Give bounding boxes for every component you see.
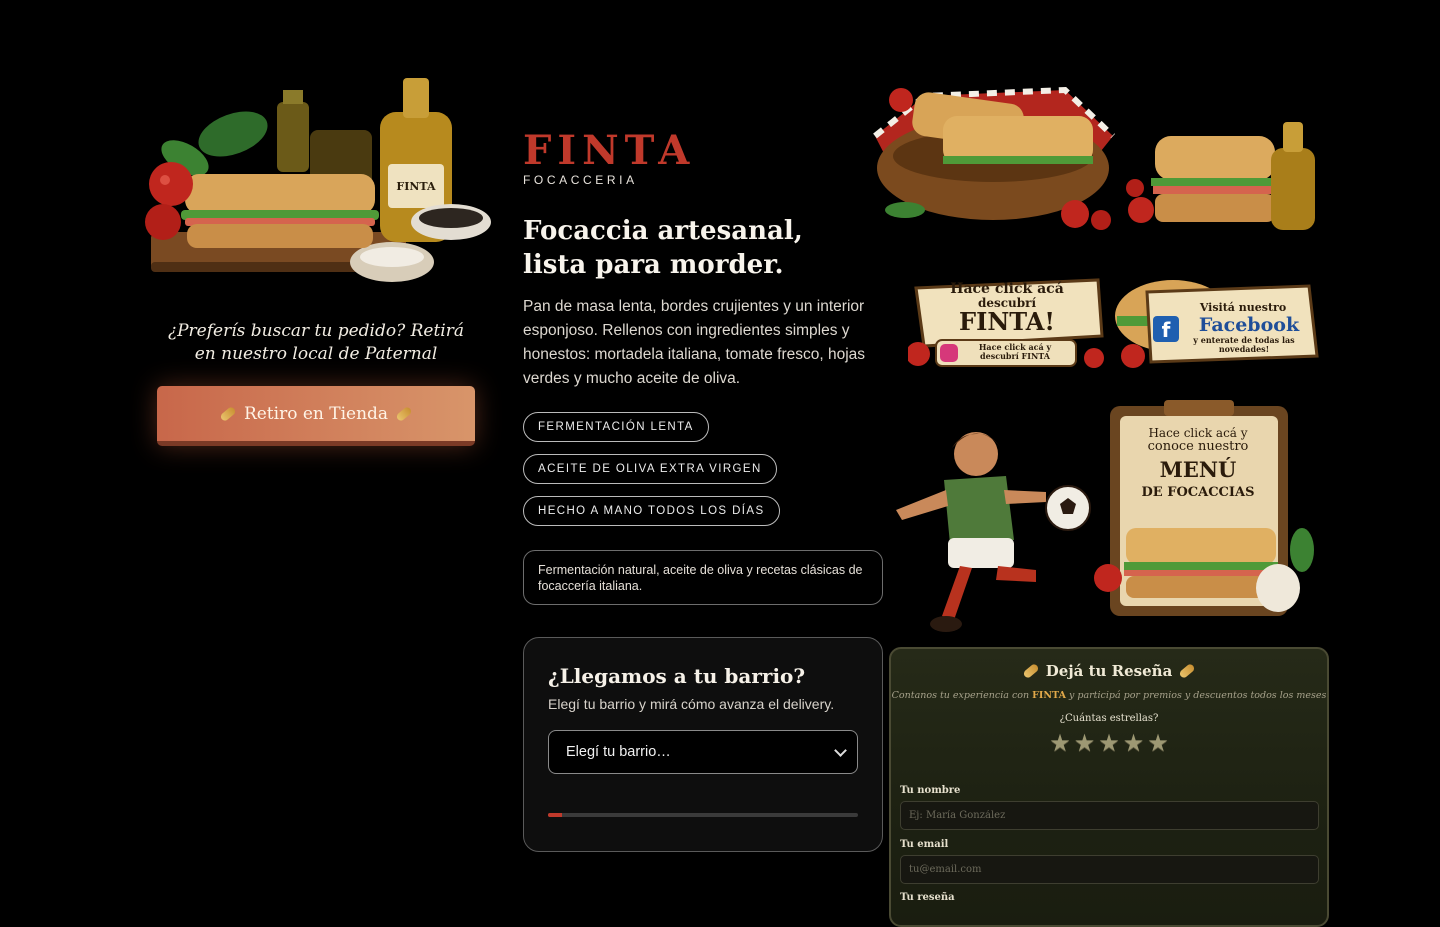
menu-board-line2: conoce nuestro: [1147, 439, 1249, 454]
brand-subtitle: FOCACCERIA: [523, 173, 638, 187]
review-form: Dejá tu Reseña Contanos tu experiencia c…: [889, 647, 1329, 927]
review-subtitle-start: Contanos tu experiencia con: [891, 690, 1033, 701]
delivery-subtitle: Elegí tu barrio y mirá cómo avanza el de…: [548, 696, 835, 712]
delivery-progress-fill: [548, 813, 562, 817]
pickup-button-label: Retiro en Tienda: [243, 403, 389, 424]
instagram-banner-line3: FINTA!: [959, 307, 1055, 336]
brand-name: FINTA: [523, 127, 696, 174]
hero-headline: Focaccia artesanal, lista para morder.: [523, 216, 803, 280]
star-icon[interactable]: ★: [1074, 731, 1096, 757]
hero-intro: Pan de masa lenta, bordes crujientes y u…: [523, 298, 866, 387]
menu-board-line3: MENÚ: [1159, 457, 1237, 482]
facebook-banner-sub: y enterate de todas las novedades!: [1193, 335, 1295, 354]
feature-tag: ACEITE DE OLIVA EXTRA VIRGEN: [523, 454, 777, 484]
instagram-banner-sub: Hace click acá y descubrí FINTA: [978, 342, 1052, 361]
review-subtitle-brand: FINTA: [1032, 690, 1066, 701]
barrio-select[interactable]: Elegí tu barrio…: [548, 730, 858, 774]
basket-illustration: [873, 86, 1116, 230]
bottle-label: FINTA: [396, 180, 436, 193]
delivery-card: ¿Llegamos a tu barrio? Elegí tu barrio y…: [523, 637, 883, 852]
facebook-banner-line2: Facebook: [1198, 314, 1300, 336]
star-icon[interactable]: ★: [1147, 731, 1169, 757]
menu-board-line4: DE FOCACCIAS: [1141, 485, 1255, 500]
chevron-down-icon: [834, 743, 847, 757]
instagram-banner[interactable]: Hace click acá descubrí FINTA! Hace clic…: [908, 274, 1106, 374]
feature-tag: FERMENTACIÓN LENTA: [523, 412, 709, 442]
review-text-label: Tu reseña: [900, 892, 955, 903]
baguette-icon: [219, 405, 237, 422]
stars-question: ¿Cuántas estrellas?: [1059, 713, 1159, 724]
review-title-row: Dejá tu Reseña: [891, 662, 1327, 680]
barrio-select-value: Elegí tu barrio…: [566, 744, 671, 760]
review-title: Dejá tu Reseña: [1045, 662, 1173, 680]
delivery-progress-bar: [548, 813, 858, 817]
pickup-button[interactable]: Retiro en Tienda: [157, 386, 475, 446]
star-icon[interactable]: ★: [1123, 731, 1145, 757]
baguette-icon: [1178, 662, 1196, 680]
name-label: Tu nombre: [900, 785, 961, 796]
star-rating: ★ ★ ★ ★ ★: [891, 731, 1327, 757]
instagram-banner-line1: Hace click acá: [950, 281, 1064, 297]
baguette-icon: [1021, 662, 1040, 680]
review-subtitle-end: y participá por premios y descuentos tod…: [1065, 690, 1327, 701]
delivery-title: ¿Llegamos a tu barrio?: [548, 664, 806, 688]
name-input[interactable]: [900, 801, 1319, 830]
brand-logo: FINTA FOCACCERIA: [523, 127, 696, 188]
svg-text:f: f: [1162, 318, 1171, 342]
star-icon[interactable]: ★: [1098, 731, 1120, 757]
email-input[interactable]: [900, 855, 1319, 884]
email-label: Tu email: [900, 839, 949, 850]
pickup-text: ¿Preferís buscar tu pedido? Retirá en nu…: [168, 321, 464, 364]
feature-tag: HECHO A MANO TODOS LOS DÍAS: [523, 496, 780, 526]
star-icon[interactable]: ★: [1049, 731, 1071, 757]
football-player-illustration: [896, 432, 1091, 632]
facebook-banner[interactable]: f Visitá nuestro Facebook y enterate de …: [1113, 276, 1333, 372]
sandwich-bottle-illustration: [1126, 122, 1315, 230]
info-note: Fermentación natural, aceite de oliva y …: [523, 550, 883, 605]
focaccia-hero-illustration: FINTA: [145, 78, 491, 282]
baguette-icon: [395, 405, 413, 422]
menu-board-link[interactable]: Hace click acá y conoce nuestro MENÚ DE …: [1088, 400, 1328, 625]
review-subtitle: Contanos tu experiencia con FINTA y part…: [891, 690, 1327, 701]
facebook-banner-line1: Visitá nuestro: [1199, 301, 1287, 314]
